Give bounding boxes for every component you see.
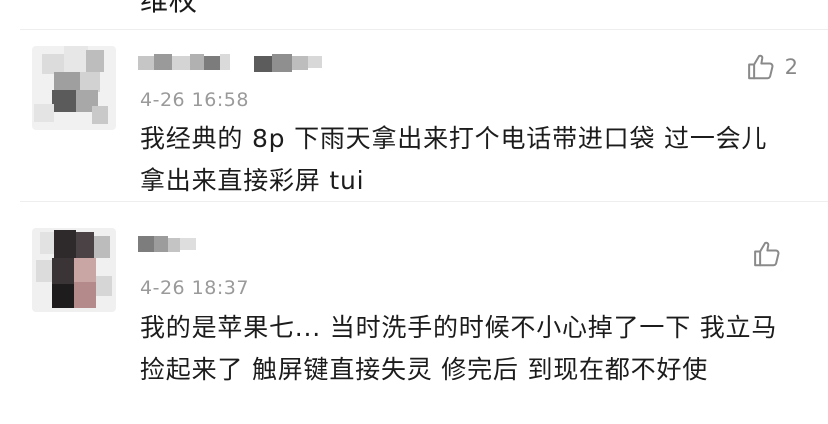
- username-blurred[interactable]: [138, 230, 208, 256]
- comment-item: 4-26 16:58 我经典的 8p 下雨天拿出来打个电话带进口袋 过一会儿拿出…: [0, 30, 828, 201]
- comment-timestamp: 4-26 16:58: [140, 89, 249, 111]
- avatar[interactable]: [32, 46, 116, 130]
- comment-item: 4-26 18:37 我的是苹果七... 当时洗手的时候不小心掉了一下 我立马捡…: [0, 202, 828, 424]
- avatar[interactable]: [32, 228, 116, 312]
- thumbs-up-icon: [752, 239, 782, 269]
- like-button[interactable]: [752, 238, 791, 270]
- comment-text: 我的是苹果七... 当时洗手的时候不小心掉了一下 我立马捡起来了 触屏键直接失灵…: [140, 313, 778, 384]
- comment-feed: 维权 4-26 16:58 我经典的 8p 下雨天拿出来打个电话带进口袋 过一会…: [0, 0, 828, 424]
- username-blurred[interactable]: [138, 50, 328, 76]
- like-count: 2: [784, 55, 798, 79]
- comment-text: 我经典的 8p 下雨天拿出来打个电话带进口袋 过一会儿拿出来直接彩屏 tui: [140, 124, 768, 195]
- previous-comment-text-fragment: 维权: [140, 0, 199, 17]
- like-button[interactable]: 2: [746, 51, 798, 83]
- thumbs-up-icon: [746, 52, 776, 82]
- comment-timestamp: 4-26 18:37: [140, 277, 249, 299]
